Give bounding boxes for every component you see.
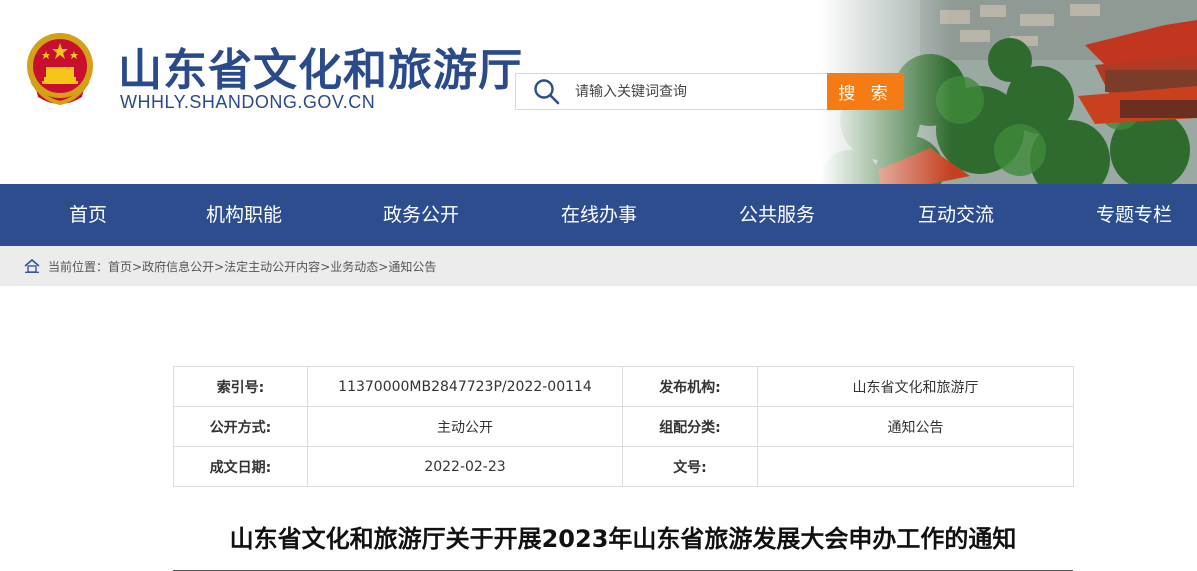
written-date-label: 成文日期:: [173, 446, 308, 487]
publisher-value: 山东省文化和旅游厅: [757, 366, 1074, 407]
national-emblem-icon: [27, 33, 93, 106]
nav-item-online-services[interactable]: 在线办事: [561, 184, 637, 246]
document-number-label: 文号:: [622, 446, 758, 487]
breadcrumb-link-gov-info[interactable]: 政府信息公开: [142, 260, 214, 274]
home-icon: [24, 259, 40, 273]
index-number-value: 11370000MB2847723P/2022-00114: [307, 366, 623, 407]
index-number-label: 索引号:: [173, 366, 308, 407]
nav-item-special-topics[interactable]: 专题专栏: [1096, 184, 1172, 246]
table-row: 索引号: 11370000MB2847723P/2022-00114 发布机构:…: [173, 366, 1074, 407]
document-meta-table: 索引号: 11370000MB2847723P/2022-00114 发布机构:…: [173, 366, 1074, 487]
nav-item-organization[interactable]: 机构职能: [206, 184, 282, 246]
site-title: 山东省文化和旅游厅: [118, 45, 523, 96]
nav-item-public-services[interactable]: 公共服务: [739, 184, 815, 246]
breadcrumb-separator: >: [132, 260, 143, 274]
written-date-value: 2022-02-23: [307, 446, 623, 487]
breadcrumb: 当前位置：首页>政府信息公开>法定主动公开内容>业务动态>通知公告: [48, 258, 436, 275]
article-title: 山东省文化和旅游厅关于开展2023年山东省旅游发展大会申办工作的通知: [229, 525, 1017, 553]
search-input[interactable]: [575, 83, 815, 100]
breadcrumb-link-business-news[interactable]: 业务动态: [330, 260, 378, 274]
main-nav: 首页 机构职能 政务公开 在线办事 公共服务 互动交流 专题专栏: [0, 184, 1197, 246]
breadcrumb-separator: >: [320, 260, 331, 274]
disclosure-method-label: 公开方式:: [173, 406, 308, 447]
category-value: 通知公告: [757, 406, 1074, 447]
breadcrumb-prefix: 当前位置：: [48, 260, 109, 274]
breadcrumb-link-home[interactable]: 首页: [108, 260, 132, 274]
nav-item-interaction[interactable]: 互动交流: [918, 184, 994, 246]
search-box: [515, 73, 828, 110]
search-button[interactable]: 搜 索: [827, 73, 904, 110]
table-row: 公开方式: 主动公开 组配分类: 通知公告: [173, 406, 1074, 447]
document-number-value: [757, 446, 1074, 487]
publisher-label: 发布机构:: [622, 366, 758, 407]
nav-item-government-affairs[interactable]: 政务公开: [383, 184, 459, 246]
disclosure-method-value: 主动公开: [307, 406, 623, 447]
category-label: 组配分类:: [622, 406, 758, 447]
breadcrumb-link-statutory[interactable]: 法定主动公开内容: [224, 260, 320, 274]
table-row: 成文日期: 2022-02-23 文号:: [173, 446, 1074, 487]
breadcrumb-separator: >: [378, 260, 389, 274]
site-domain: WHHLY.SHANDONG.GOV.CN: [120, 92, 376, 112]
breadcrumb-link-notices[interactable]: 通知公告: [388, 260, 436, 274]
search-icon[interactable]: [532, 77, 562, 107]
breadcrumb-separator: >: [214, 260, 225, 274]
nav-item-home[interactable]: 首页: [69, 184, 107, 246]
